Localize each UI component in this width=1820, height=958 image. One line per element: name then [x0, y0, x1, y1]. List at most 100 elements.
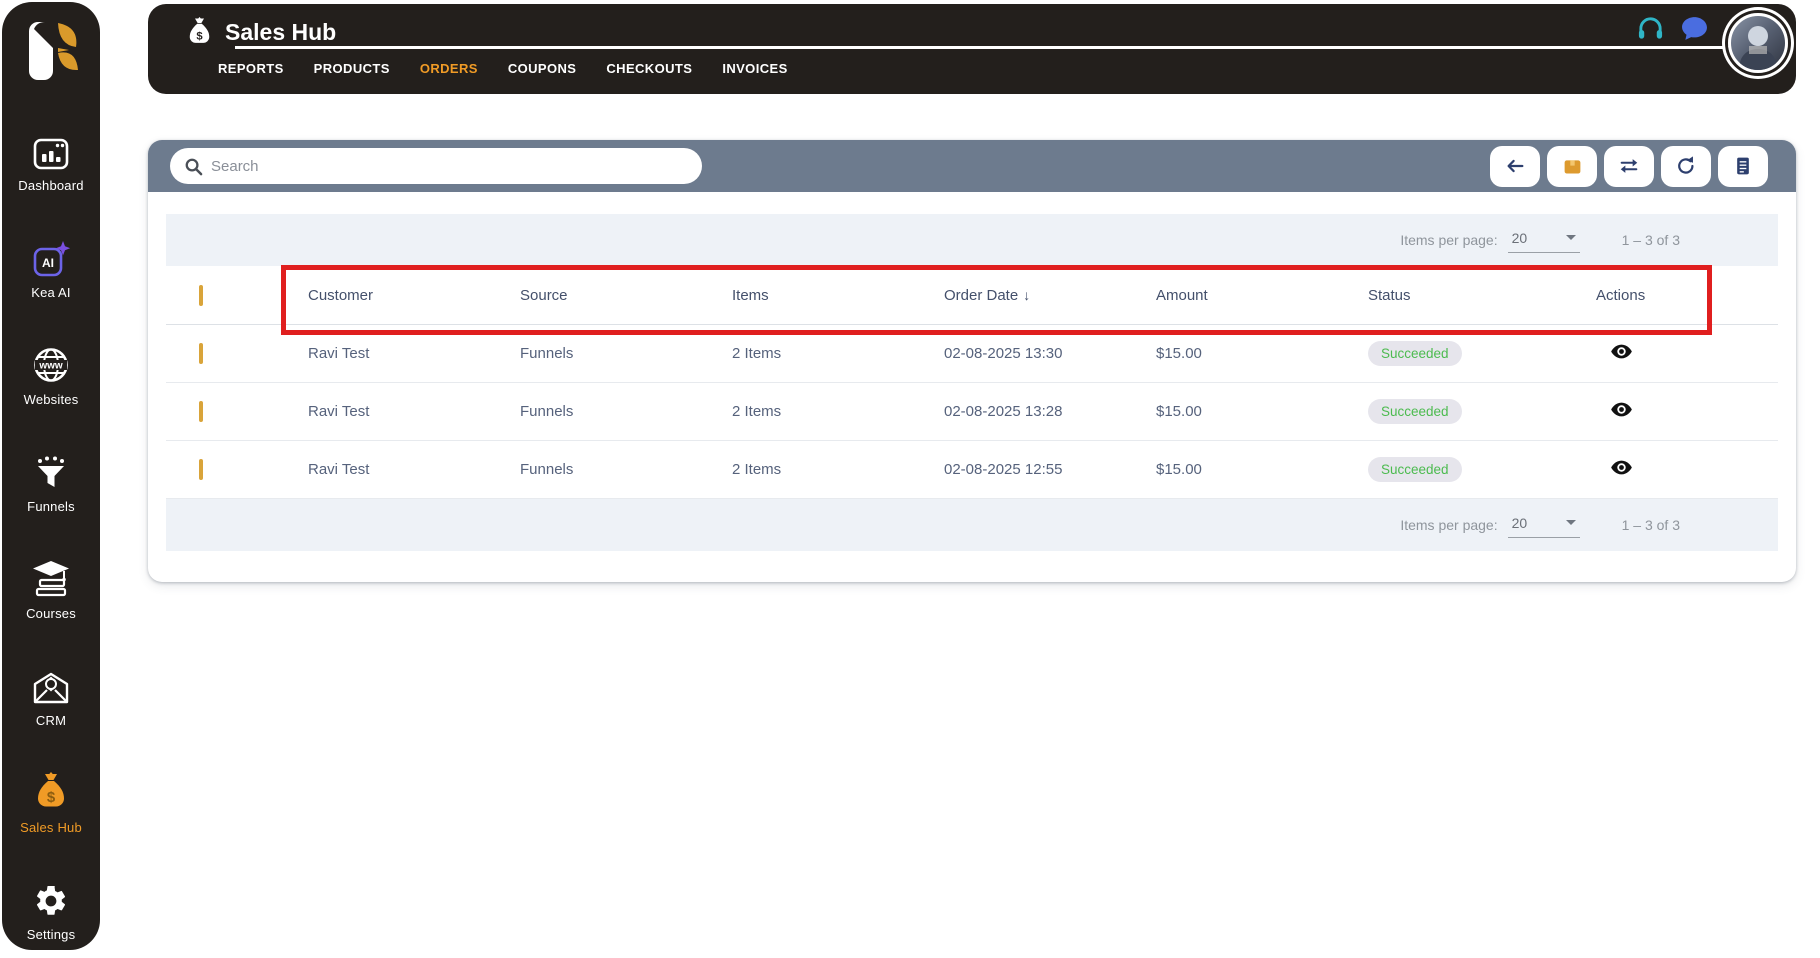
tab-orders[interactable]: ORDERS: [420, 61, 478, 76]
order-date-cell: 02-08-2025 12:55: [944, 461, 1063, 478]
kartra-bird-logo[interactable]: [21, 18, 81, 84]
receipt-list-icon: [1737, 157, 1749, 175]
pagination-range: 1 – 3 of 3: [1621, 232, 1680, 248]
sidebar-item-crm[interactable]: CRM: [3, 667, 99, 728]
select-row-checkbox[interactable]: [199, 459, 203, 480]
status-badge: Succeeded: [1368, 399, 1462, 424]
sidebar-item-label: Websites: [23, 392, 79, 407]
search-icon: [184, 157, 203, 176]
pagination-bottom: Items per page: 20 1 – 3 of 3: [166, 499, 1778, 551]
column-header-items[interactable]: Items: [718, 287, 930, 304]
pagination-range: 1 – 3 of 3: [1621, 517, 1680, 533]
user-avatar[interactable]: [1728, 13, 1788, 73]
tab-checkouts[interactable]: CHECKOUTS: [606, 61, 692, 76]
chevron-down-icon: [1565, 235, 1576, 240]
money-bag-icon: $: [186, 17, 213, 47]
select-row-checkbox[interactable]: [199, 343, 203, 364]
header-divider: [235, 46, 1731, 49]
transfer-button[interactable]: [1604, 145, 1654, 187]
sidebar: Dashboard AI Kea AI www Websites Funnels…: [2, 2, 100, 950]
back-button[interactable]: [1490, 145, 1540, 187]
transfer-arrows-icon: [1620, 159, 1638, 173]
page-size-select[interactable]: 20: [1507, 513, 1580, 538]
sidebar-item-sales-hub[interactable]: $ Sales Hub: [3, 772, 99, 835]
search-box[interactable]: [170, 148, 702, 184]
sidebar-item-label: Kea AI: [31, 285, 71, 300]
chevron-down-icon: [1565, 520, 1576, 525]
tab-reports[interactable]: REPORTS: [218, 61, 284, 76]
column-header-source[interactable]: Source: [506, 287, 718, 304]
orders-panel: Items per page: 20 1 – 3 of 3 Customer S…: [148, 140, 1796, 582]
sidebar-item-websites[interactable]: www Websites: [3, 346, 99, 407]
column-header-order-date[interactable]: Order Date ↓: [930, 287, 1142, 304]
chat-bubble-icon[interactable]: [1681, 15, 1708, 42]
dashboard-icon: [33, 132, 69, 170]
view-order-button[interactable]: [1610, 398, 1633, 421]
view-order-button[interactable]: [1610, 456, 1633, 479]
items-cell: 2 Items: [732, 403, 782, 420]
table-row: Ravi Test Funnels 2 Items 02-08-2025 13:…: [166, 325, 1778, 383]
header-tabs: REPORTS PRODUCTS ORDERS COUPONS CHECKOUT…: [218, 61, 788, 76]
websites-globe-icon: www: [32, 346, 70, 384]
page-size-select[interactable]: 20: [1507, 228, 1580, 253]
search-input[interactable]: [211, 157, 688, 175]
order-date-cell: 02-08-2025 13:30: [944, 345, 1063, 362]
products-package-button[interactable]: [1547, 145, 1597, 187]
sidebar-item-funnels[interactable]: Funnels: [3, 453, 99, 514]
source-cell: Funnels: [520, 345, 574, 362]
tab-coupons[interactable]: COUPONS: [508, 61, 577, 76]
customer-cell: Ravi Test: [308, 403, 370, 420]
toolbar-buttons: [1490, 145, 1768, 187]
source-cell: Funnels: [520, 403, 574, 420]
svg-text:$: $: [196, 31, 203, 43]
column-header-amount[interactable]: Amount: [1142, 287, 1354, 304]
select-all-checkbox[interactable]: [199, 284, 203, 306]
sidebar-item-dashboard[interactable]: Dashboard: [3, 132, 99, 193]
eye-icon: [1611, 460, 1632, 475]
view-order-button[interactable]: [1610, 340, 1633, 363]
table-row: Ravi Test Funnels 2 Items 02-08-2025 13:…: [166, 383, 1778, 441]
select-row-checkbox[interactable]: [199, 401, 203, 422]
refresh-icon: [1678, 156, 1694, 174]
sort-desc-icon: ↓: [1023, 286, 1031, 303]
tab-invoices[interactable]: INVOICES: [722, 61, 787, 76]
sidebar-menu: Dashboard AI Kea AI www Websites Funnels…: [3, 132, 99, 942]
items-cell: 2 Items: [732, 461, 782, 478]
tab-products[interactable]: PRODUCTS: [314, 61, 390, 76]
orders-table: Items per page: 20 1 – 3 of 3 Customer S…: [166, 214, 1778, 551]
amount-cell: $15.00: [1156, 461, 1202, 478]
svg-text:www: www: [38, 361, 63, 372]
back-arrow-icon: [1507, 159, 1524, 173]
sidebar-item-label: Sales Hub: [20, 820, 82, 835]
kea-ai-icon: AI: [32, 239, 70, 277]
eye-icon: [1611, 344, 1632, 359]
column-header-actions: Actions: [1596, 286, 1646, 304]
amount-cell: $15.00: [1156, 403, 1202, 420]
sidebar-item-kea-ai[interactable]: AI Kea AI: [3, 239, 99, 300]
sidebar-item-label: CRM: [35, 713, 67, 728]
money-bag-icon: $: [33, 772, 69, 812]
svg-text:AI: AI: [42, 256, 54, 270]
gear-icon: [33, 881, 69, 919]
column-header-customer[interactable]: Customer: [294, 287, 506, 304]
sidebar-item-courses[interactable]: Courses: [3, 560, 99, 621]
crm-envelope-icon: [32, 667, 70, 705]
amount-cell: $15.00: [1156, 345, 1202, 362]
items-cell: 2 Items: [732, 345, 782, 362]
eye-icon: [1611, 402, 1632, 417]
table-row: Ravi Test Funnels 2 Items 02-08-2025 12:…: [166, 441, 1778, 499]
page-title: Sales Hub: [225, 18, 337, 45]
app-header: $ Sales Hub REPORTS PRODUCTS ORDERS COUP…: [148, 4, 1796, 94]
refresh-button[interactable]: [1661, 145, 1711, 187]
funnel-icon: [34, 453, 68, 491]
source-cell: Funnels: [520, 461, 574, 478]
invoice-list-button[interactable]: [1718, 145, 1768, 187]
sidebar-item-label: Settings: [26, 927, 76, 942]
column-header-status[interactable]: Status: [1354, 287, 1566, 304]
status-badge: Succeeded: [1368, 457, 1462, 482]
sidebar-item-label: Dashboard: [18, 178, 84, 193]
sidebar-item-settings[interactable]: Settings: [3, 881, 99, 942]
package-icon: [1564, 159, 1580, 173]
headset-icon[interactable]: [1637, 15, 1664, 42]
table-header-row: Customer Source Items Order Date ↓ Amount…: [166, 266, 1778, 325]
